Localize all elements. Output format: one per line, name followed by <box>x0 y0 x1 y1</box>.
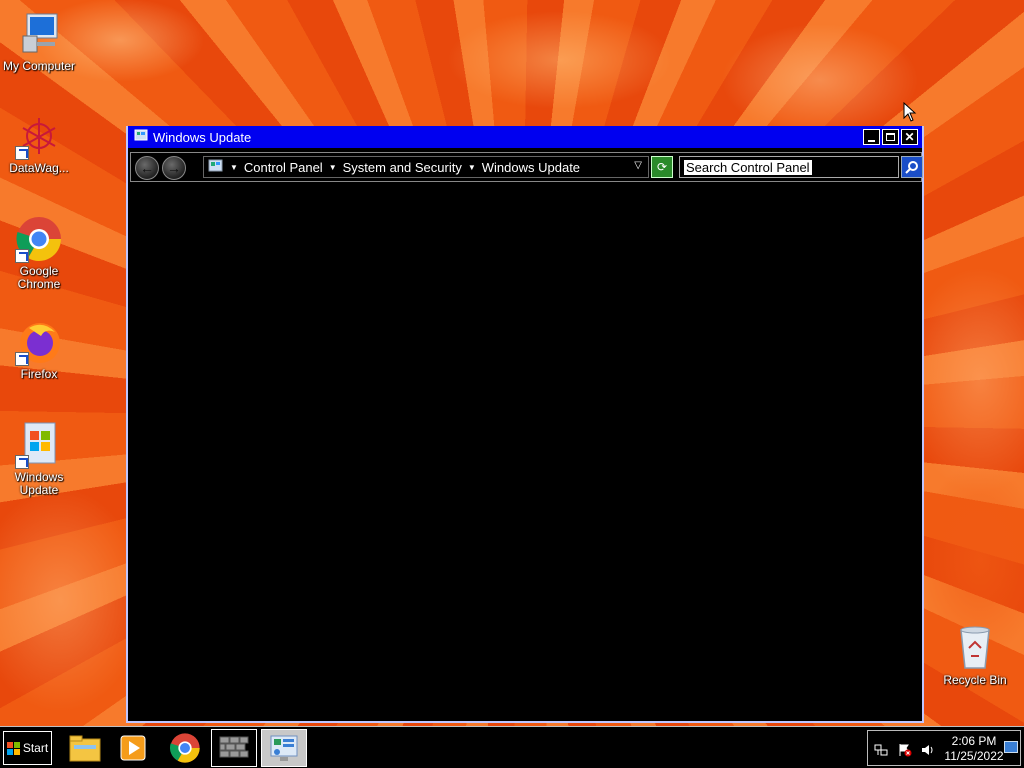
firewall-icon <box>219 736 249 758</box>
shortcut-arrow-icon <box>15 249 29 263</box>
media-player-icon <box>120 735 146 761</box>
taskbar-chrome[interactable] <box>162 729 208 767</box>
desktop-icon-recycle-bin[interactable]: Recycle Bin <box>937 624 1013 687</box>
system-tray: 2:06 PM 11/25/2022 <box>867 730 1021 766</box>
close-button[interactable]: ✕ <box>901 129 918 145</box>
back-button[interactable]: ← <box>135 156 159 180</box>
firefox-icon <box>15 318 63 366</box>
desktop-icon-label: Firefox <box>20 367 58 381</box>
forward-button[interactable]: → <box>162 156 186 180</box>
desktop-icon-label: My Computer <box>2 59 76 73</box>
volume-icon[interactable] <box>921 743 935 757</box>
breadcrumb-system-and-security[interactable]: ▼ System and Security <box>323 160 462 175</box>
minimize-icon <box>868 139 875 142</box>
datawag-icon <box>15 112 63 160</box>
taskbar-file-explorer[interactable] <box>62 729 108 767</box>
desktop-icon-datawag[interactable]: DataWag... <box>1 112 77 175</box>
shortcut-arrow-icon <box>15 455 29 469</box>
window-titlebar[interactable]: Windows Update ✕ <box>128 126 922 148</box>
search-button[interactable] <box>901 156 923 178</box>
address-bar[interactable]: ▼ Control Panel ▼ System and Security ▼ … <box>203 156 649 178</box>
chevron-down-icon[interactable]: ▼ <box>468 163 476 172</box>
desktop-icon-label: Recycle Bin <box>943 673 1007 687</box>
window-content-area <box>128 184 922 721</box>
shortcut-arrow-icon <box>15 146 29 160</box>
mouse-cursor-icon <box>903 102 917 122</box>
clock-date: 11/25/2022 <box>944 749 1004 763</box>
computer-icon <box>15 10 63 58</box>
action-center-flag-icon[interactable] <box>898 743 912 757</box>
desktop-icon-my-computer[interactable]: My Computer <box>1 10 77 73</box>
chevron-down-icon[interactable]: ▼ <box>230 163 238 172</box>
network-icon[interactable] <box>874 743 888 757</box>
windows-logo-icon <box>6 741 20 755</box>
windows-update-icon <box>15 421 63 469</box>
minimize-button[interactable] <box>863 129 880 145</box>
search-placeholder: Search Control Panel <box>684 159 812 175</box>
breadcrumb-control-panel[interactable]: ▼ Control Panel <box>224 160 323 175</box>
desktop-icon-firefox[interactable]: Firefox <box>1 318 77 381</box>
chrome-icon <box>15 215 63 263</box>
chrome-icon <box>169 733 200 763</box>
show-desktop-button[interactable] <box>1004 741 1018 753</box>
search-icon <box>905 161 918 174</box>
taskbar-firewall[interactable] <box>211 729 257 767</box>
clock[interactable]: 2:06 PM 11/25/2022 <box>942 734 1006 764</box>
refresh-button[interactable]: ⟳ <box>651 156 673 178</box>
desktop-icon-label: Google Chrome <box>17 264 61 291</box>
taskbar-control-panel[interactable] <box>261 729 307 767</box>
desktop-icon-label: Windows Update <box>14 470 64 497</box>
clock-time: 2:06 PM <box>951 734 997 748</box>
breadcrumb-windows-update[interactable]: ▼ Windows Update <box>462 160 580 175</box>
window-title: Windows Update <box>153 129 252 145</box>
control-panel-icon <box>270 735 298 761</box>
navigation-toolbar: ← → ▼ Control Panel ▼ System and Securit… <box>130 152 923 182</box>
desktop-icon-label: DataWag... <box>9 161 69 175</box>
shortcut-arrow-icon <box>15 352 29 366</box>
maximize-button[interactable] <box>882 129 899 145</box>
control-panel-icon <box>134 129 148 146</box>
search-input[interactable]: Search Control Panel <box>679 156 899 178</box>
desktop-icon-google-chrome[interactable]: Google Chrome <box>1 215 77 291</box>
refresh-icon: ⟳ <box>656 160 668 174</box>
file-explorer-icon <box>69 735 101 762</box>
close-icon: ✕ <box>904 130 915 144</box>
start-label: Start <box>22 741 49 755</box>
windows-update-window[interactable]: Windows Update ✕ ← → ▼ Control Panel ▼ S… <box>126 126 924 723</box>
address-history-dropdown-icon[interactable]: ▽ <box>634 160 642 171</box>
control-panel-icon <box>208 158 224 177</box>
start-button[interactable]: Start <box>3 731 52 765</box>
desktop-icon-windows-update[interactable]: Windows Update <box>1 421 77 497</box>
recycle-bin-icon <box>951 624 999 672</box>
back-arrow-icon: ← <box>140 160 154 176</box>
taskbar-media-player[interactable] <box>110 729 156 767</box>
chevron-down-icon[interactable]: ▼ <box>329 163 337 172</box>
maximize-icon <box>886 133 895 141</box>
taskbar: Start 2:06 PM 11/25/2022 <box>0 726 1024 768</box>
forward-arrow-icon: → <box>167 160 181 176</box>
